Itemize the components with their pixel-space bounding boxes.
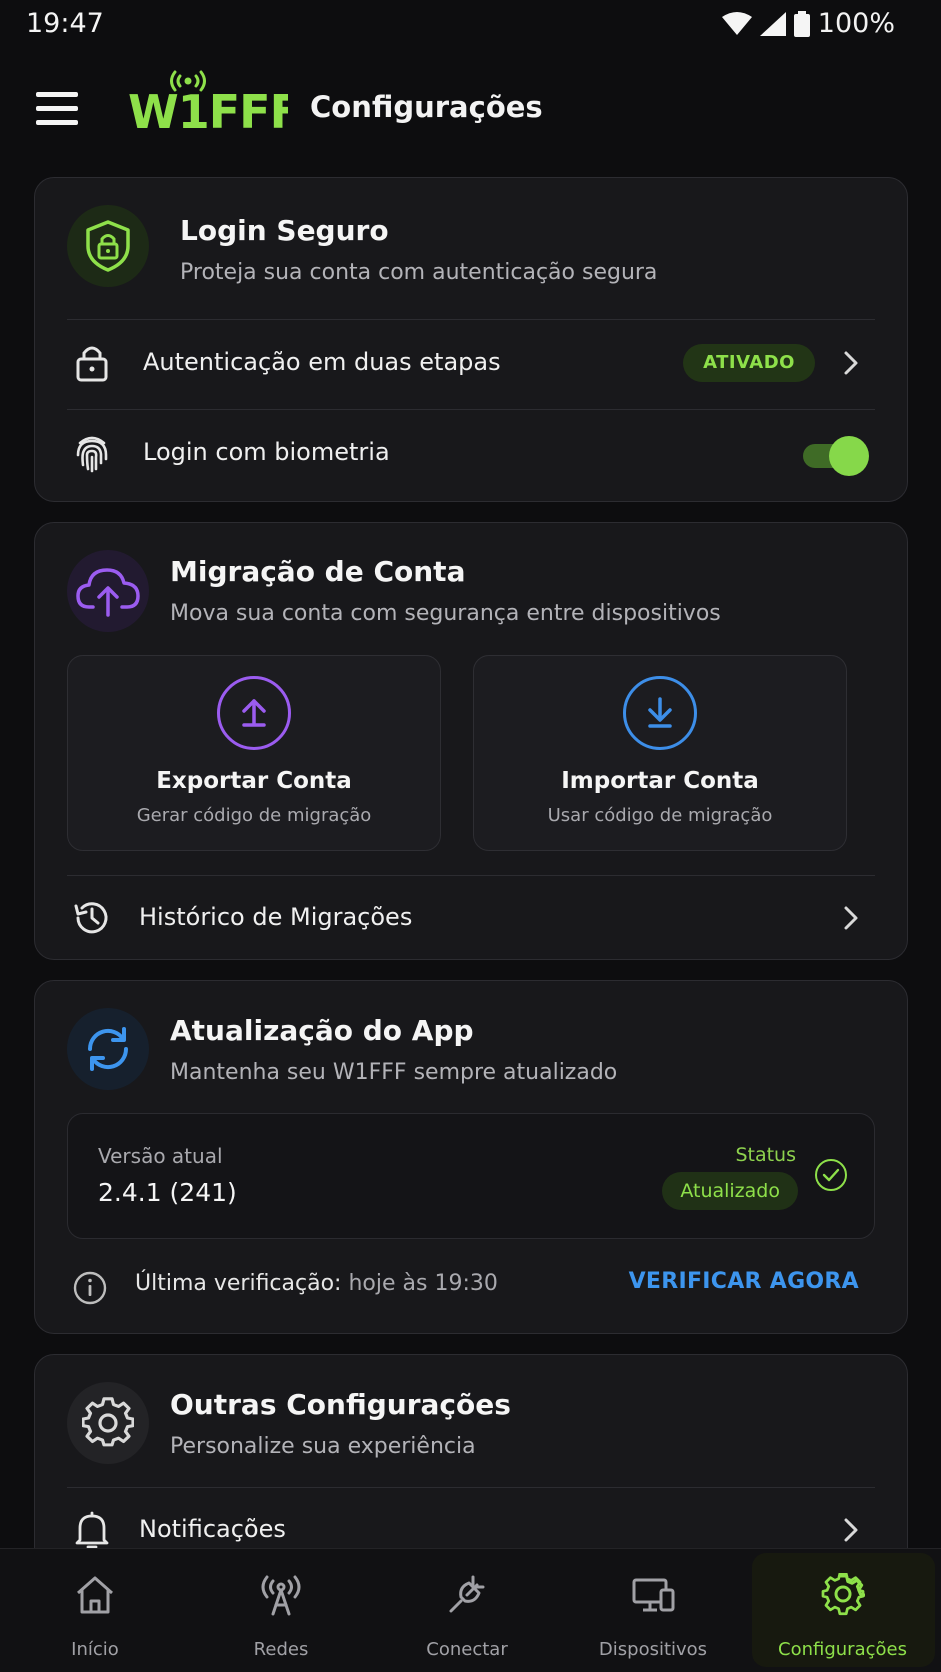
biometric-label: Login com biometria [143, 438, 390, 466]
nav-home-label: Início [71, 1639, 119, 1660]
toggle-knob [829, 436, 869, 476]
other-settings-title: Outras Configurações [170, 1388, 511, 1421]
chevron-right-icon [844, 1518, 858, 1542]
last-check-value: hoje às 19:30 [348, 1271, 498, 1296]
battery-percent: 100% [817, 8, 895, 39]
chevron-right-icon [844, 906, 858, 930]
notifications-label: Notificações [139, 1515, 286, 1543]
two-factor-row[interactable]: Autenticação em duas etapas ATIVADO [35, 320, 907, 406]
export-account-title: Exportar Conta [156, 768, 352, 794]
fingerprint-icon [71, 432, 113, 474]
last-check-text: Última verificação: hoje às 19:30 [135, 1271, 498, 1296]
bell-icon [71, 1509, 113, 1551]
plug-icon [449, 1575, 485, 1613]
nav-home[interactable]: Início [2, 1549, 188, 1672]
secure-login-title: Login Seguro [180, 214, 389, 247]
lock-icon [71, 342, 113, 384]
nav-networks[interactable]: Redes [188, 1549, 374, 1672]
info-icon [73, 1271, 107, 1305]
page-title: Configurações [310, 90, 543, 124]
bottom-navigation: Início Redes Conectar Dispositivos Confi… [0, 1548, 941, 1672]
migration-history-label: Histórico de Migrações [139, 903, 413, 931]
menu-icon[interactable] [30, 84, 86, 132]
import-account-title: Importar Conta [561, 768, 759, 794]
two-factor-status-badge: ATIVADO [683, 344, 815, 382]
two-factor-label: Autenticação em duas etapas [143, 348, 501, 376]
biometric-row[interactable]: Login com biometria [35, 410, 907, 496]
battery-icon [793, 10, 810, 37]
app-update-subtitle: Mantenha seu W1FFF sempre atualizado [170, 1060, 618, 1085]
last-check-label: Última verificação: [135, 1271, 342, 1296]
check-circle-icon [815, 1159, 847, 1191]
migration-title: Migração de Conta [170, 555, 466, 588]
nav-settings-label: Configurações [778, 1639, 907, 1660]
wifi-icon [721, 11, 752, 35]
download-icon [623, 676, 697, 750]
nav-devices-label: Dispositivos [598, 1639, 708, 1660]
nav-connect-label: Conectar [426, 1639, 508, 1660]
biometric-toggle[interactable] [801, 436, 869, 476]
status-indicators: 100% [721, 8, 895, 39]
nav-devices[interactable]: Dispositivos [560, 1549, 746, 1672]
nav-connect[interactable]: Conectar [374, 1549, 560, 1672]
svg-text:W1FFF: W1FFF [128, 85, 288, 134]
status-label: Status [735, 1144, 796, 1166]
history-icon [71, 897, 113, 939]
refresh-icon [67, 1008, 149, 1090]
gear-icon [821, 1573, 865, 1616]
verify-now-button[interactable]: VERIFICAR AGORA [629, 1269, 859, 1294]
antenna-icon [261, 1575, 301, 1616]
migration-card: Migração de Conta Mova sua conta com seg… [34, 522, 908, 960]
gear-icon [67, 1382, 149, 1464]
app-update-card: Atualização do App Mantenha seu W1FFF se… [34, 980, 908, 1334]
nav-settings[interactable]: Configurações [746, 1549, 939, 1672]
upload-icon [217, 676, 291, 750]
shield-lock-icon [67, 205, 149, 287]
home-icon [77, 1576, 113, 1614]
version-value: 2.4.1 (241) [98, 1178, 237, 1207]
chevron-right-icon [844, 351, 858, 375]
import-account-button[interactable]: Importar Conta Usar código de migração [473, 655, 847, 851]
export-account-subtitle: Gerar código de migração [136, 805, 372, 826]
status-badge: Atualizado [662, 1172, 798, 1210]
version-panel: Versão atual 2.4.1 (241) Status Atualiza… [67, 1113, 875, 1239]
signal-icon [759, 11, 786, 36]
secure-login-card: Login Seguro Proteja sua conta com auten… [34, 177, 908, 502]
migration-subtitle: Mova sua conta com segurança entre dispo… [170, 601, 721, 626]
status-time: 19:47 [26, 8, 104, 39]
nav-networks-label: Redes [253, 1639, 309, 1660]
version-label: Versão atual [98, 1144, 223, 1168]
cloud-upload-icon [67, 550, 149, 632]
import-account-subtitle: Usar código de migração [547, 805, 773, 826]
other-settings-subtitle: Personalize sua experiência [170, 1434, 476, 1459]
export-account-button[interactable]: Exportar Conta Gerar código de migração [67, 655, 441, 851]
secure-login-subtitle: Proteja sua conta com autenticação segur… [180, 260, 658, 285]
migration-history-row[interactable]: Histórico de Migrações [35, 875, 907, 961]
w1fff-logo: W1FFF [128, 70, 288, 134]
app-update-title: Atualização do App [170, 1014, 474, 1047]
devices-icon [632, 1578, 675, 1612]
